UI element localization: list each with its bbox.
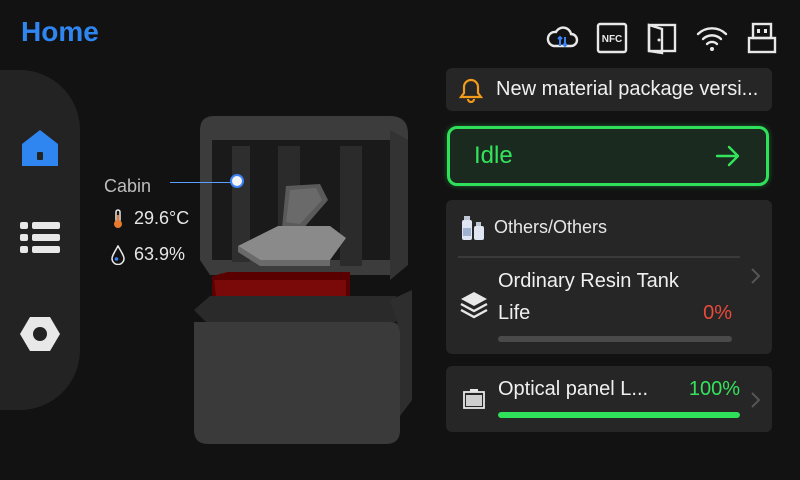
sidebar-item-settings[interactable] [20, 314, 60, 354]
printer-illustration [194, 116, 412, 444]
optical-progress-bar [498, 412, 740, 418]
humidity-value: 63.9% [134, 244, 186, 264]
list-icon [20, 222, 60, 253]
notification-banner[interactable]: New material package versi... [446, 68, 772, 111]
cabin-label: Cabin [104, 176, 152, 196]
life-progress-bar [498, 336, 732, 342]
material-name: Others/Others [494, 216, 608, 237]
life-label: Life [498, 302, 531, 324]
nfc-icon[interactable]: NFC [594, 20, 630, 56]
settings-icon [20, 317, 60, 351]
droplet-icon [111, 244, 125, 265]
nfc-label: NFC [602, 34, 623, 45]
home-icon [22, 130, 58, 166]
chevron-right-icon [751, 392, 761, 408]
temperature-value: 29.6°C [134, 208, 190, 228]
material-card[interactable]: Others/Others Ordinary Resin Tank Life 0… [446, 200, 772, 354]
divider [458, 256, 740, 258]
status-bar: NFC [544, 20, 780, 56]
optical-name: Optical panel L... [498, 378, 649, 400]
notification-text: New material package versi... [496, 78, 759, 100]
life-value: 0% [703, 302, 732, 324]
panel-icon [463, 389, 485, 409]
cabin-pointer-line [170, 182, 232, 183]
status-label: Idle [474, 142, 513, 169]
page-title: Home [21, 16, 99, 47]
sidebar [0, 70, 80, 410]
tank-name: Ordinary Resin Tank [498, 270, 679, 292]
thermometer-icon [114, 208, 122, 228]
wifi-icon[interactable] [694, 20, 730, 56]
temperature-reading: 29.6°C [110, 208, 189, 229]
arrow-right-icon [715, 145, 740, 167]
chevron-right-icon [751, 268, 761, 284]
bell-icon [458, 78, 484, 103]
usb-icon[interactable] [744, 20, 780, 56]
layers-icon [460, 292, 488, 319]
optical-panel-card[interactable]: Optical panel L... 100% [446, 366, 772, 432]
cabin-pointer-dot[interactable] [230, 174, 244, 188]
cloud-sync-icon[interactable] [544, 20, 580, 56]
bottles-icon [462, 216, 484, 240]
optical-progress-fill [498, 412, 740, 418]
sidebar-item-home[interactable] [20, 128, 60, 168]
sidebar-item-list[interactable] [20, 218, 60, 258]
optical-value: 100% [688, 378, 740, 400]
printer-status-button[interactable]: Idle [447, 126, 769, 186]
cabin-readout: Cabin 29.6°C 63.9% [104, 174, 244, 265]
humidity-reading: 63.9% [110, 244, 185, 265]
material-header: Others/Others [460, 212, 607, 242]
door-icon[interactable] [644, 20, 680, 56]
